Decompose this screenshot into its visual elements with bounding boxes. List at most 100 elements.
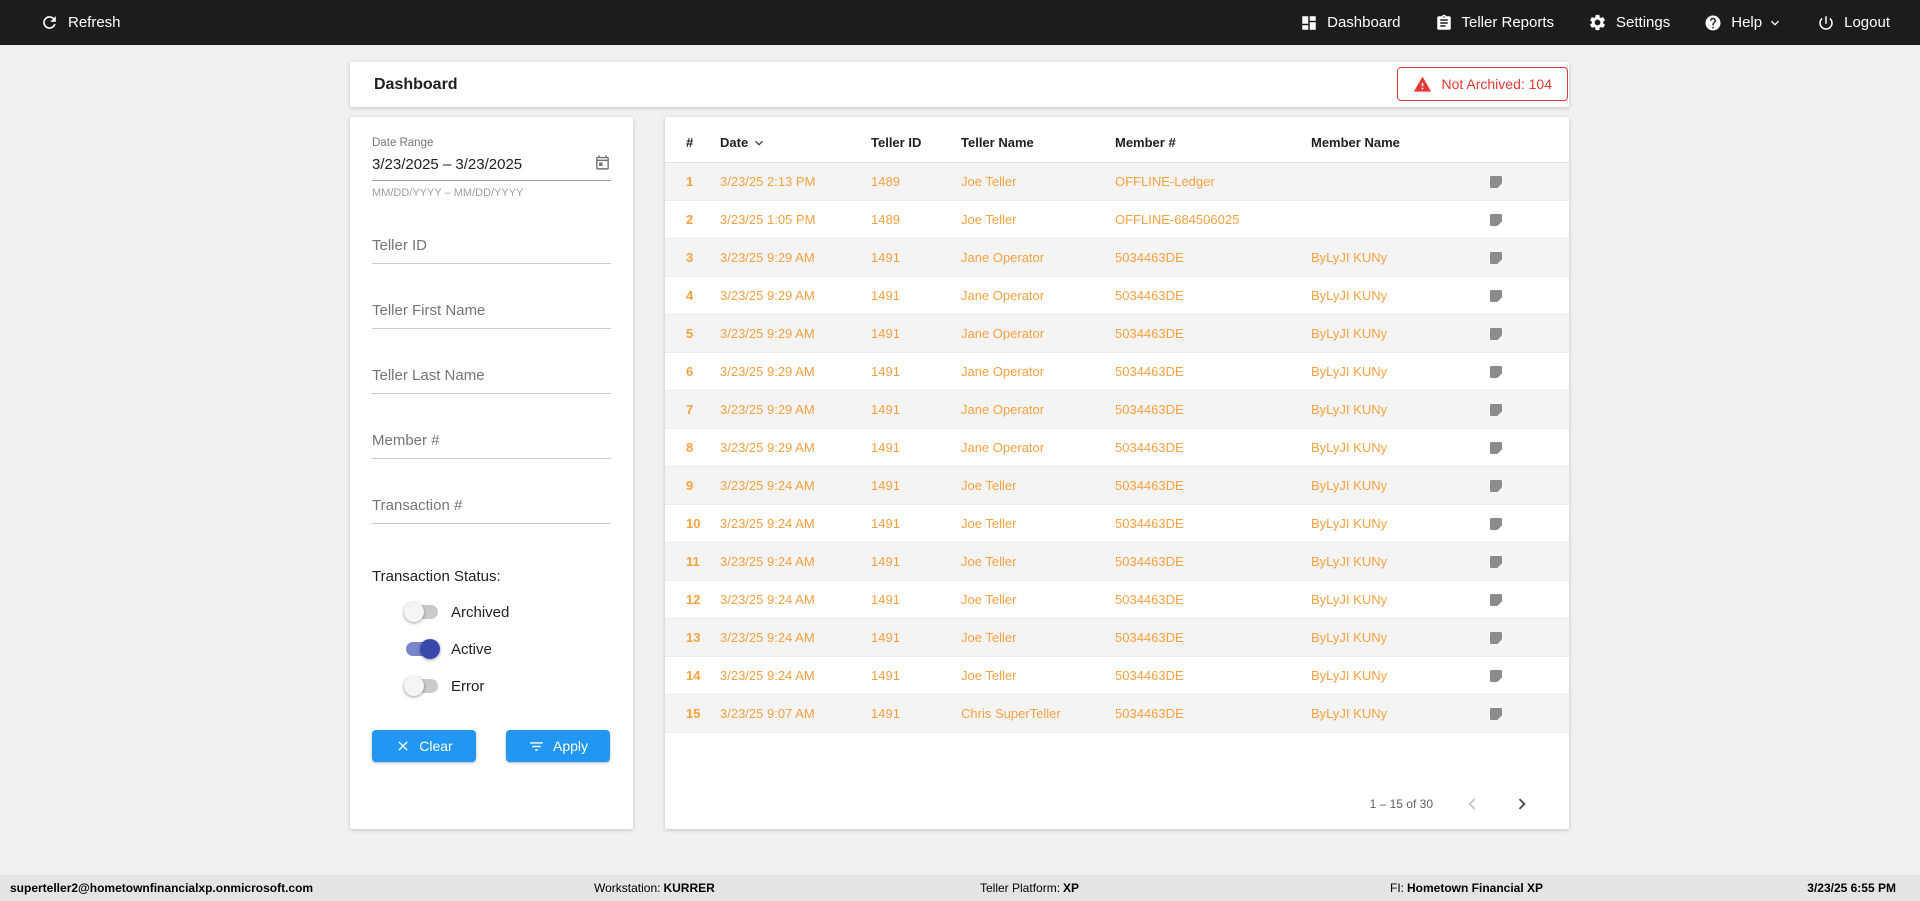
table-row[interactable]: 8 3/23/25 9:29 AM 1491 Jane Operator 5034463… <box>665 429 1569 467</box>
table-row[interactable]: 15 3/23/25 9:07 AM 1491 Chris SuperTeller 50… <box>665 695 1569 733</box>
note-icon <box>1490 631 1502 644</box>
nav-teller-reports[interactable]: Teller Reports <box>1435 14 1554 32</box>
cell-member-num: 5034463DE <box>1115 288 1184 303</box>
table-row[interactable]: 9 3/23/25 9:24 AM 1491 Joe Teller 5034463DE B… <box>665 467 1569 505</box>
clear-button[interactable]: Clear <box>372 730 476 762</box>
refresh-label: Refresh <box>68 14 121 31</box>
table-row[interactable]: 7 3/23/25 9:29 AM 1491 Jane Operator 5034463… <box>665 391 1569 429</box>
cell-member-num: OFFLINE-Ledger <box>1115 174 1215 189</box>
cell-member-num: 5034463DE <box>1115 478 1184 493</box>
pagination-next-button[interactable] <box>1511 793 1533 815</box>
cell-member-name: ByLyJI KUNy <box>1311 592 1388 607</box>
cell-date: 3/23/25 9:24 AM <box>720 592 815 607</box>
platform-info: Teller Platform: XP <box>980 881 1079 895</box>
cell-teller-id: 1491 <box>871 440 900 455</box>
toggle-error-label: Error <box>451 677 485 695</box>
table-row[interactable]: 10 3/23/25 9:24 AM 1491 Joe Teller 5034463DE… <box>665 505 1569 543</box>
note-button[interactable] <box>1488 402 1569 418</box>
cell-teller-id: 1491 <box>871 706 900 721</box>
toggle-error[interactable]: Error <box>372 676 611 696</box>
nav-dashboard-label: Dashboard <box>1327 14 1401 31</box>
nav-help-label: Help <box>1731 14 1763 31</box>
teller-id-input[interactable] <box>372 235 611 264</box>
cell-num: 13 <box>686 630 701 645</box>
toggle-archived[interactable]: Archived <box>372 602 611 622</box>
note-button[interactable] <box>1488 250 1569 266</box>
col-header-date[interactable]: Date <box>720 135 871 151</box>
table-row[interactable]: 11 3/23/25 9:24 AM 1491 Joe Teller 5034463DE… <box>665 543 1569 581</box>
note-button[interactable] <box>1488 516 1569 532</box>
teller-first-name-input[interactable] <box>372 300 611 329</box>
cell-member-name: ByLyJI KUNy <box>1311 668 1388 683</box>
cell-teller-name: Joe Teller <box>961 478 1017 493</box>
refresh-button[interactable]: Refresh <box>40 13 121 32</box>
chevron-down-icon <box>1771 20 1780 26</box>
cell-member-num: 5034463DE <box>1115 402 1184 417</box>
cell-date: 3/23/25 9:29 AM <box>720 326 815 341</box>
col-header-member-num[interactable]: Member # <box>1115 135 1311 150</box>
settings-icon <box>1590 14 1605 31</box>
cell-date: 3/23/25 9:24 AM <box>720 478 815 493</box>
note-button[interactable] <box>1488 326 1569 342</box>
cell-member-name: ByLyJI KUNy <box>1311 630 1388 645</box>
table-row[interactable]: 14 3/23/25 9:24 AM 1491 Joe Teller 5034463DE… <box>665 657 1569 695</box>
cell-num: 2 <box>686 212 694 227</box>
note-icon <box>1490 175 1502 188</box>
apply-button[interactable]: Apply <box>506 730 610 762</box>
note-button[interactable] <box>1488 554 1569 570</box>
col-header-teller-name[interactable]: Teller Name <box>961 135 1115 150</box>
table-row[interactable]: 6 3/23/25 9:29 AM 1491 Jane Operator 5034463… <box>665 353 1569 391</box>
note-button[interactable] <box>1488 706 1569 722</box>
col-header-num[interactable]: # <box>686 135 720 150</box>
note-icon <box>1490 707 1502 720</box>
note-button[interactable] <box>1488 592 1569 608</box>
table-row[interactable]: 5 3/23/25 9:29 AM 1491 Jane Operator 5034463… <box>665 315 1569 353</box>
cell-member-name: ByLyJI KUNy <box>1311 440 1388 455</box>
table-row[interactable]: 1 3/23/25 2:13 PM 1489 Joe Teller OFFLINE-Le… <box>665 163 1569 201</box>
pagination-prev-button[interactable] <box>1461 793 1483 815</box>
toggle-active[interactable]: Active <box>372 639 611 659</box>
cell-date: 3/23/25 9:24 AM <box>720 630 815 645</box>
calendar-button[interactable] <box>594 154 611 178</box>
filter-panel: Date Range MM/DD/YYYY – MM/DD/YYYY Trans… <box>350 117 633 829</box>
cell-member-name: ByLyJI KUNy <box>1311 478 1388 493</box>
table-row[interactable]: 2 3/23/25 1:05 PM 1489 Joe Teller OFFLINE-68… <box>665 201 1569 239</box>
user-email: superteller2@hometownfinancialxp.onmicro… <box>10 881 314 895</box>
date-range-input[interactable] <box>372 152 594 180</box>
table-row[interactable]: 13 3/23/25 9:24 AM 1491 Joe Teller 5034463DE… <box>665 619 1569 657</box>
col-header-member-name[interactable]: Member Name <box>1311 135 1488 150</box>
note-icon <box>1490 669 1502 682</box>
note-button[interactable] <box>1488 212 1569 228</box>
reports-icon <box>1436 14 1451 30</box>
transaction-status-label: Transaction Status: <box>372 568 501 585</box>
note-button[interactable] <box>1488 668 1569 684</box>
teller-last-name-input[interactable] <box>372 365 611 394</box>
note-button[interactable] <box>1488 630 1569 646</box>
filter-icon <box>530 741 543 751</box>
nav-help[interactable]: Help <box>1704 14 1783 32</box>
note-button[interactable] <box>1488 440 1569 456</box>
transaction-number-input[interactable] <box>372 495 611 524</box>
cell-num: 5 <box>686 326 694 341</box>
cell-date: 3/23/25 9:29 AM <box>720 250 815 265</box>
cell-date: 3/23/25 9:29 AM <box>720 402 815 417</box>
cell-num: 9 <box>686 478 694 493</box>
nav-logout[interactable]: Logout <box>1817 14 1890 32</box>
col-header-teller-id[interactable]: Teller ID <box>871 135 961 150</box>
cell-teller-id: 1491 <box>871 592 900 607</box>
note-button[interactable] <box>1488 288 1569 304</box>
cell-num: 1 <box>686 174 694 189</box>
transactions-table: # Date Teller ID Teller Name Member # Me… <box>665 117 1569 829</box>
table-row[interactable]: 12 3/23/25 9:24 AM 1491 Joe Teller 5034463DE… <box>665 581 1569 619</box>
note-button[interactable] <box>1488 174 1569 190</box>
nav-dashboard[interactable]: Dashboard <box>1300 14 1401 32</box>
not-archived-badge[interactable]: Not Archived: 104 <box>1397 67 1568 101</box>
warning-icon <box>1414 76 1432 92</box>
table-row[interactable]: 3 3/23/25 9:29 AM 1491 Jane Operator 5034463… <box>665 239 1569 277</box>
member-number-input[interactable] <box>372 430 611 459</box>
note-button[interactable] <box>1488 478 1569 494</box>
table-row[interactable]: 4 3/23/25 9:29 AM 1491 Jane Operator 5034463… <box>665 277 1569 315</box>
nav-settings[interactable]: Settings <box>1588 13 1670 32</box>
note-button[interactable] <box>1488 364 1569 380</box>
not-archived-label: Not Archived: 104 <box>1441 76 1552 92</box>
